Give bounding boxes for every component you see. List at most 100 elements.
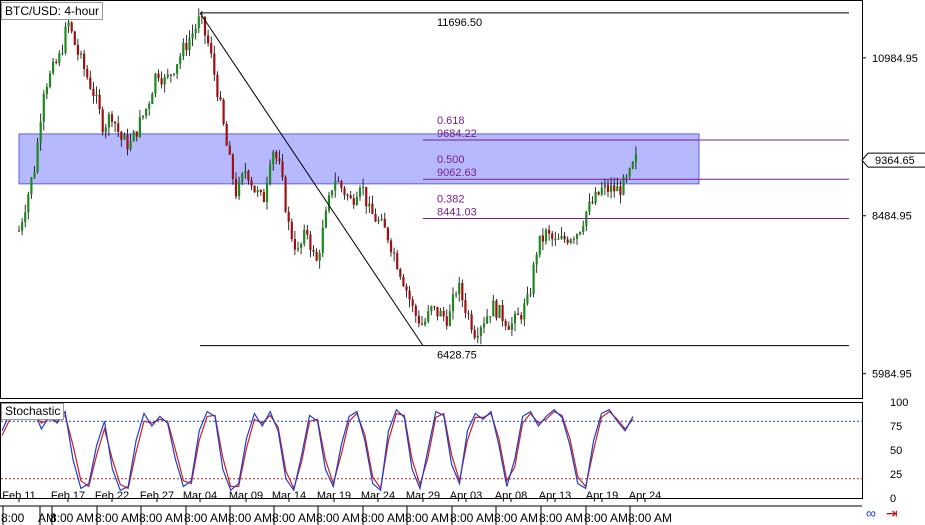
- candle-body: [290, 221, 293, 239]
- candle-body: [541, 235, 544, 242]
- candle-body: [70, 22, 73, 32]
- candle-body: [427, 311, 430, 322]
- candle-body: [535, 254, 538, 265]
- fib-price-label: 9684.22: [437, 128, 477, 140]
- candle-body: [368, 203, 371, 207]
- candle-body: [448, 311, 451, 326]
- candle-body: [253, 185, 256, 193]
- candle-body: [303, 229, 306, 244]
- date-label: Mar 14: [272, 490, 306, 502]
- candle-body: [371, 203, 374, 214]
- candle-body: [244, 170, 247, 174]
- candle-body: [470, 314, 473, 331]
- candle-body: [315, 251, 318, 261]
- arrow-back-icon[interactable]: ⇥: [886, 505, 898, 521]
- candle-body: [135, 131, 138, 137]
- link-icon[interactable]: ∞: [866, 505, 876, 521]
- candle-body: [148, 104, 151, 109]
- candle-body: [442, 310, 445, 317]
- candle-body: [154, 73, 157, 94]
- candle-body: [157, 73, 160, 79]
- candle-body: [482, 323, 486, 328]
- candle-body: [343, 188, 346, 196]
- candle-body: [61, 52, 64, 54]
- candle-body: [79, 53, 83, 55]
- candle-body: [504, 320, 507, 327]
- price-tick-label: 8484.95: [872, 211, 912, 223]
- candle-body: [293, 238, 296, 250]
- candle-body: [160, 78, 163, 85]
- candle-body: [197, 16, 200, 29]
- candle-body: [98, 94, 101, 110]
- candle-body: [331, 190, 334, 196]
- candle-body: [551, 233, 554, 240]
- candle-body: [67, 22, 70, 27]
- candle-body: [123, 134, 126, 140]
- candle-body: [548, 229, 551, 234]
- candle-body: [219, 96, 222, 100]
- candle-body: [48, 73, 52, 87]
- candle-body: [613, 185, 616, 192]
- candle-body: [439, 310, 442, 317]
- candle-body: [575, 234, 579, 239]
- candle-body: [281, 161, 284, 178]
- candle-body: [275, 151, 278, 159]
- candle-body: [179, 56, 182, 65]
- candle-body: [572, 238, 575, 240]
- candle-body: [386, 227, 389, 241]
- time-label: 8:00 AM: [50, 511, 94, 525]
- date-label: Apr 03: [450, 490, 482, 502]
- candle-body: [355, 196, 358, 205]
- candle-body: [538, 235, 541, 255]
- candle-body: [36, 142, 39, 172]
- candle-body: [473, 330, 476, 338]
- candle-body: [73, 31, 76, 45]
- time-label: 8:00 AM: [494, 511, 538, 525]
- stochastic-tick-label: 25: [890, 469, 902, 481]
- candle-body: [176, 64, 179, 74]
- candle-body: [24, 212, 27, 223]
- candle-body: [312, 249, 315, 252]
- price-tick-label: 5984.95: [872, 369, 912, 381]
- fib-ratio-label: 0.500: [437, 154, 465, 166]
- candle-body: [489, 316, 492, 318]
- fib-ratio-label: 0.618: [437, 115, 465, 127]
- candle-body: [58, 53, 61, 64]
- time-label: 8:00 AM: [184, 511, 228, 525]
- candle-body: [606, 184, 610, 192]
- candle-body: [396, 253, 399, 270]
- candle-body: [17, 230, 21, 232]
- date-label: Mar 29: [406, 490, 440, 502]
- candle-body: [603, 184, 606, 188]
- candle-body: [238, 182, 241, 197]
- candle-body: [436, 306, 439, 317]
- date-label: Apr 13: [539, 490, 571, 502]
- candle-body: [114, 121, 117, 124]
- fib-ratio-label: 0.382: [437, 194, 465, 206]
- swing-low-label: 6428.75: [437, 350, 477, 362]
- candle-body: [45, 86, 48, 95]
- fib-price-label: 9062.63: [437, 167, 477, 179]
- stochastic-tick-label: 100: [890, 397, 908, 409]
- candle-body: [383, 218, 386, 228]
- candle-body: [55, 61, 58, 64]
- candle-body: [95, 94, 98, 97]
- candle-body: [526, 294, 529, 304]
- main-panel-frame: [0, 0, 863, 399]
- candle-body: [492, 300, 495, 317]
- candle-body: [399, 269, 402, 277]
- time-label: 8:00 AM: [95, 511, 139, 525]
- candle-body: [628, 168, 631, 177]
- candle-body: [625, 176, 628, 178]
- candle-body: [560, 235, 563, 239]
- candle-body: [309, 234, 312, 250]
- candle-body: [216, 74, 219, 97]
- candle-body: [120, 131, 123, 140]
- swing-high-label: 11696.50: [437, 17, 482, 29]
- candle-body: [458, 282, 461, 294]
- candle-body: [241, 173, 244, 183]
- candle-body: [213, 53, 216, 75]
- candle-body: [486, 316, 489, 324]
- date-label: Mar 24: [361, 490, 395, 502]
- candle-body: [563, 235, 566, 240]
